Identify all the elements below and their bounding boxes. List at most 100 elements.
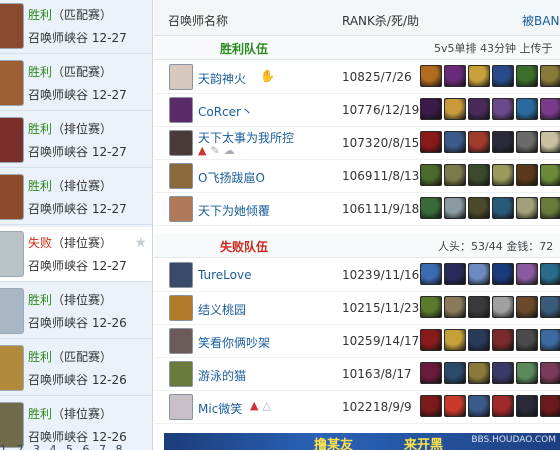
history-item[interactable]: 胜利（排位赛） 召唤师峡谷 12-27	[0, 170, 152, 225]
item-icon[interactable]	[492, 164, 514, 186]
history-item[interactable]: 胜利（匹配赛） 召唤师峡谷 12-27	[0, 0, 152, 54]
item-icon[interactable]	[420, 197, 442, 219]
item-icon[interactable]	[420, 65, 442, 87]
summoner-name-link[interactable]: TureLove	[198, 268, 251, 282]
item-icon[interactable]	[444, 164, 466, 186]
player-row: TureLove 1023 9/11/16	[154, 259, 560, 292]
banner-text-1: 撸某友	[314, 438, 354, 450]
result-text: 胜利	[28, 350, 53, 364]
item-icon[interactable]	[492, 131, 514, 153]
history-item[interactable]: 胜利（排位赛） 召唤师峡谷 12-26	[0, 284, 152, 339]
item-icon[interactable]	[444, 98, 466, 120]
summoner-name-link[interactable]: 天韵神火	[198, 70, 246, 87]
hand-icon: ✋	[260, 69, 275, 83]
pagination[interactable]: 1 2 3 4 5 6 7 8	[0, 443, 125, 450]
item-icon[interactable]	[468, 329, 490, 351]
item-icon[interactable]	[516, 395, 538, 417]
history-item[interactable]: 胜利（匹配赛） 召唤师峡谷 12-27	[0, 56, 152, 111]
favorite-star-icon[interactable]: ★	[134, 235, 147, 251]
item-icon[interactable]	[444, 329, 466, 351]
item-icon[interactable]	[420, 98, 442, 120]
item-icon[interactable]	[468, 296, 490, 318]
item-icon[interactable]	[540, 362, 560, 384]
game-date: 12-27	[91, 31, 127, 45]
item-icon[interactable]	[420, 131, 442, 153]
item-icon[interactable]	[492, 197, 514, 219]
summoner-name-link[interactable]: 笑看你俩吵架	[198, 334, 270, 351]
item-icon[interactable]	[516, 197, 538, 219]
item-icon[interactable]	[492, 263, 514, 285]
item-icon[interactable]	[444, 395, 466, 417]
item-icon[interactable]	[540, 164, 560, 186]
game-mode: （匹配赛）	[52, 8, 113, 22]
summoner-name-link[interactable]: 游泳的猫	[198, 367, 246, 384]
banned-header[interactable]: 被BAN	[522, 12, 559, 29]
item-icon[interactable]	[516, 263, 538, 285]
item-icon[interactable]	[492, 65, 514, 87]
item-icon[interactable]	[420, 395, 442, 417]
item-icon[interactable]	[468, 98, 490, 120]
item-icon[interactable]	[540, 329, 560, 351]
item-icon[interactable]	[468, 362, 490, 384]
history-item[interactable]: 胜利（排位赛） 召唤师峡谷 12-27	[0, 113, 152, 168]
rank-value: 1077	[342, 103, 373, 117]
item-icon[interactable]	[492, 296, 514, 318]
rank-value: 1069	[342, 169, 373, 183]
game-date: 12-27	[91, 145, 127, 159]
summoner-name-link[interactable]: 结义桃园	[198, 301, 246, 318]
item-icon[interactable]	[540, 98, 560, 120]
item-icon[interactable]	[492, 395, 514, 417]
item-slots	[420, 197, 560, 221]
item-icon[interactable]	[468, 164, 490, 186]
item-icon[interactable]	[492, 362, 514, 384]
item-icon[interactable]	[468, 131, 490, 153]
item-icon[interactable]	[540, 263, 560, 285]
game-mode: （排位赛）	[52, 179, 113, 193]
summoner-name-link[interactable]: 天下为她倾覆	[198, 202, 270, 219]
history-result: 胜利（排位赛）	[28, 177, 112, 194]
summoner-name-link[interactable]: O飞扬跋扈O	[198, 169, 265, 186]
item-icon[interactable]	[516, 164, 538, 186]
item-icon[interactable]	[468, 263, 490, 285]
ad-banner[interactable]: 撸某友 来开黑 BBS.HOUDAO.COM	[164, 433, 560, 450]
item-icon[interactable]	[420, 164, 442, 186]
item-icon[interactable]	[444, 263, 466, 285]
item-icon[interactable]	[420, 296, 442, 318]
item-icon[interactable]	[444, 131, 466, 153]
item-icon[interactable]	[540, 197, 560, 219]
kda-value: 11/8/13	[373, 169, 420, 183]
item-icon[interactable]	[516, 98, 538, 120]
item-icon[interactable]	[468, 395, 490, 417]
item-icon[interactable]	[444, 296, 466, 318]
item-icon[interactable]	[516, 131, 538, 153]
item-icon[interactable]	[516, 296, 538, 318]
item-icon[interactable]	[444, 65, 466, 87]
item-icon[interactable]	[444, 362, 466, 384]
item-icon[interactable]	[492, 98, 514, 120]
map-date: 召唤师峡谷 12-26	[28, 371, 127, 388]
item-slots	[420, 164, 560, 188]
item-icon[interactable]	[420, 329, 442, 351]
item-icon[interactable]	[468, 65, 490, 87]
item-icon[interactable]	[540, 395, 560, 417]
map-date: 召唤师峡谷 12-26	[28, 314, 127, 331]
rank-value: 1022	[342, 400, 373, 414]
item-icon[interactable]	[468, 197, 490, 219]
item-icon[interactable]	[444, 197, 466, 219]
item-icon[interactable]	[516, 65, 538, 87]
item-icon[interactable]	[420, 263, 442, 285]
item-icon[interactable]	[492, 329, 514, 351]
result-text: 胜利	[28, 65, 53, 79]
item-icon[interactable]	[516, 329, 538, 351]
summoner-name-link[interactable]: CoRcer丶	[198, 103, 253, 120]
item-icon[interactable]	[540, 296, 560, 318]
item-icon[interactable]	[516, 362, 538, 384]
history-item[interactable]: 胜利（匹配赛） 召唤师峡谷 12-26	[0, 341, 152, 396]
item-icon[interactable]	[420, 362, 442, 384]
history-item[interactable]: 失败（排位赛） 召唤师峡谷 12-27 ★	[0, 227, 152, 282]
item-icon[interactable]	[540, 131, 560, 153]
kda-value: 9/11/16	[373, 268, 420, 282]
summoner-name-link[interactable]: Mic微笑	[198, 400, 242, 417]
ghost-icon: △	[262, 399, 271, 412]
item-icon[interactable]	[540, 65, 560, 87]
